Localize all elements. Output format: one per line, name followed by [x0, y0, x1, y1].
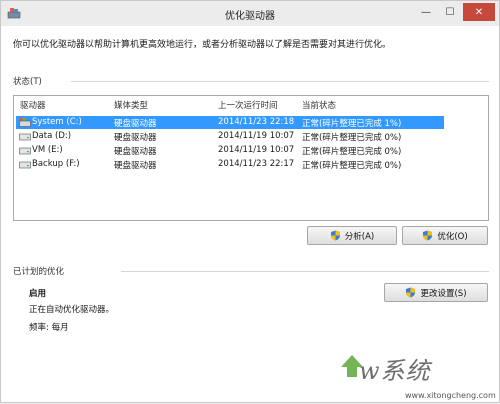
close-button[interactable]: ✕: [463, 3, 495, 21]
watermark: w系统 www.xitongcheng.com: [339, 347, 499, 404]
scheduled-section-label: 已计划的优化: [13, 267, 65, 277]
column-header-status[interactable]: 当前状态: [302, 99, 336, 111]
column-header-drive[interactable]: 驱动器: [20, 99, 46, 111]
schedule-state: 启用: [29, 289, 47, 299]
drive-name: System (C:): [32, 117, 82, 127]
media-type: 硬盘驱动器: [114, 161, 157, 171]
current-status: 正常(碎片整理已完成 0%): [302, 161, 402, 171]
analyze-button-label: 分析(A): [344, 231, 375, 242]
drive-name: Data (D:): [32, 131, 72, 141]
media-type: 硬盘驱动器: [114, 119, 157, 129]
schedule-detail: 正在自动优化驱动器。: [29, 305, 115, 315]
drive-row-data[interactable]: Data (D:) 硬盘驱动器 2014/11/19 10:07 正常(碎片整理…: [16, 130, 444, 143]
status-section-label: 状态(T): [13, 77, 42, 87]
status-divider: [71, 81, 489, 82]
media-type: 硬盘驱动器: [114, 133, 157, 143]
analyze-button[interactable]: 分析(A): [307, 226, 397, 245]
uac-shield-icon: [406, 287, 416, 298]
hard-drive-icon: [19, 147, 31, 155]
window-controls: — ☐ ✕: [415, 3, 495, 21]
optimize-button-label: 优化(O): [437, 231, 468, 242]
optimize-button[interactable]: 优化(O): [402, 226, 488, 245]
watermark-url: www.xitongcheng.com: [405, 391, 496, 400]
hard-drive-icon: [19, 133, 31, 141]
watermark-text: w系统: [359, 357, 431, 385]
media-type: 硬盘驱动器: [114, 147, 157, 157]
uac-shield-icon: [330, 230, 340, 241]
last-run-time: 2014/11/19 10:07: [218, 145, 295, 155]
change-settings-label: 更改设置(S): [420, 288, 467, 299]
minimize-button[interactable]: —: [415, 3, 437, 21]
last-run-time: 2014/11/23 22:18: [218, 117, 295, 127]
current-status: 正常(碎片整理已完成 0%): [302, 147, 402, 157]
title-bar: 优化驱动器 — ☐ ✕: [1, 1, 499, 26]
schedule-frequency: 频率: 每月: [29, 323, 69, 333]
maximize-button[interactable]: ☐: [439, 3, 461, 21]
drive-row-vm[interactable]: VM (E:) 硬盘驱动器 2014/11/19 10:07 正常(碎片整理已完…: [16, 144, 444, 157]
last-run-time: 2014/11/23 22:17: [218, 159, 295, 169]
optimize-drives-window: 优化驱动器 — ☐ ✕ 你可以优化驱动器以帮助计算机更高效地运行，或者分析驱动器…: [0, 0, 500, 403]
scheduled-divider: [121, 271, 489, 272]
current-status: 正常(碎片整理已完成 0%): [302, 133, 402, 143]
drive-row-system[interactable]: System (C:) 硬盘驱动器 2014/11/23 22:18 正常(碎片…: [16, 116, 444, 129]
last-run-time: 2014/11/19 10:07: [218, 131, 295, 141]
current-status: 正常(碎片整理已完成 1%): [302, 119, 402, 129]
change-settings-button[interactable]: 更改设置(S): [384, 283, 488, 302]
uac-shield-icon: [423, 230, 433, 241]
list-header: 驱动器 媒体类型 上一次运行时间 当前状态: [14, 96, 488, 112]
column-header-media[interactable]: 媒体类型: [114, 99, 148, 111]
drive-name: VM (E:): [32, 145, 63, 155]
drive-row-backup[interactable]: Backup (F:) 硬盘驱动器 2014/11/23 22:17 正常(碎片…: [16, 158, 444, 171]
drives-list[interactable]: 驱动器 媒体类型 上一次运行时间 当前状态 System (C:) 硬盘驱动器 …: [13, 95, 489, 221]
column-header-last-run[interactable]: 上一次运行时间: [218, 99, 278, 111]
drive-name: Backup (F:): [32, 159, 80, 169]
hard-drive-icon: [19, 161, 31, 169]
system-drive-icon: [19, 118, 31, 127]
description-text: 你可以优化驱动器以帮助计算机更高效地运行，或者分析驱动器以了解是否需要对其进行优…: [13, 40, 392, 50]
